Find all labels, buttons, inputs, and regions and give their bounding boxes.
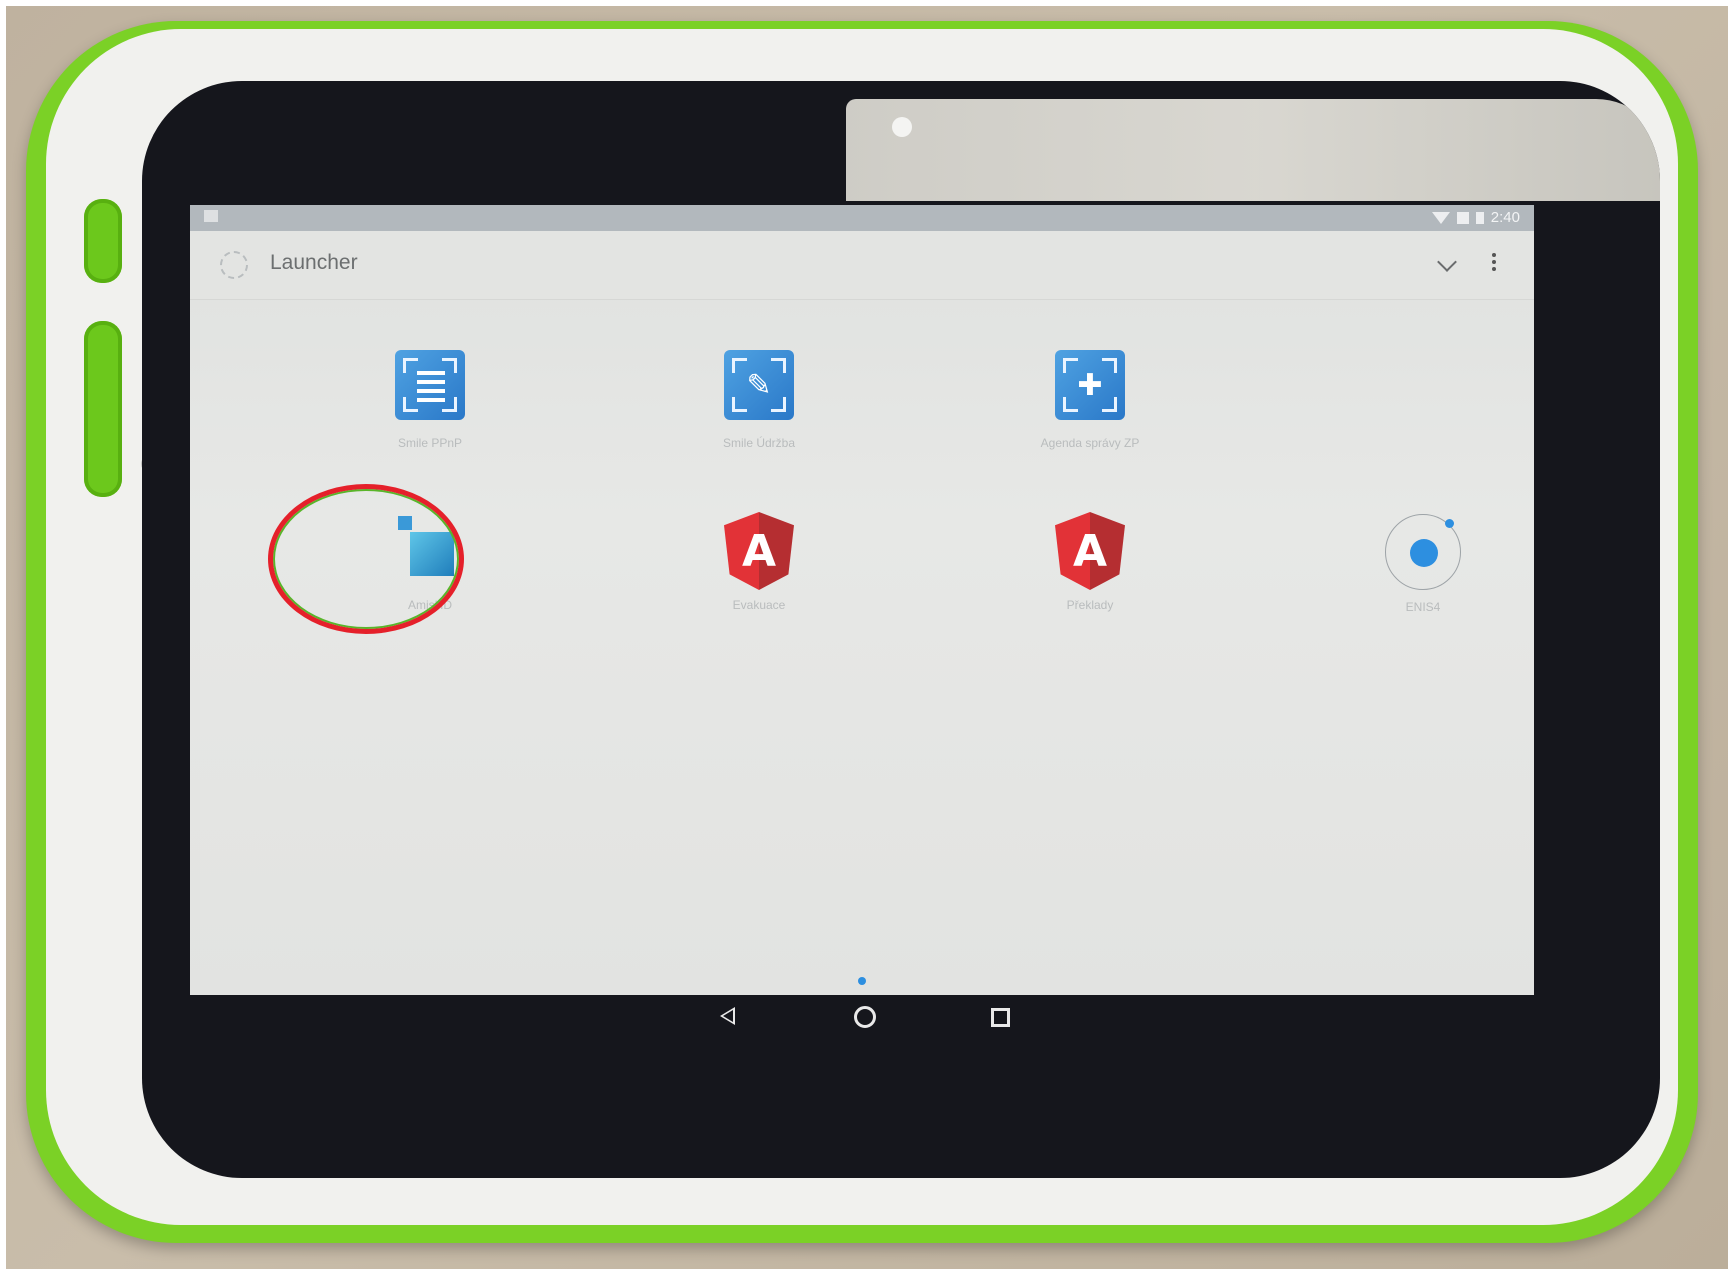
app-label: Evakuace: [732, 598, 786, 612]
app-label: Agenda správy ZP: [1040, 436, 1140, 450]
app-tile-agenda-spravy-zp[interactable]: ✚ Agenda správy ZP: [990, 345, 1190, 495]
smile-wrench-icon: ✎: [719, 350, 799, 430]
recents-icon[interactable]: [991, 1008, 1010, 1027]
chevron-down-icon[interactable]: [1437, 252, 1457, 272]
smile-plus-icon: ✚: [1050, 350, 1130, 430]
back-icon[interactable]: [720, 1007, 735, 1025]
home-icon[interactable]: [854, 1006, 876, 1028]
app-label: Překlady: [1066, 598, 1114, 612]
app-title: Launcher: [270, 251, 358, 274]
side-button-bc[interactable]: [84, 321, 122, 497]
status-bar: 2:40: [190, 205, 1534, 231]
enis-icon: [1383, 514, 1463, 594]
status-time: 2:40: [1490, 209, 1520, 226]
app-tile-preklady[interactable]: A Překlady: [990, 512, 1190, 662]
notification-icon: [204, 210, 218, 222]
app-tile-enis4[interactable]: ENIS4: [1323, 512, 1523, 662]
app-tile-evakuace[interactable]: A Evakuace: [659, 512, 859, 662]
front-camera: [892, 117, 912, 137]
app-label: Smile PPnP: [397, 436, 463, 450]
smile-ppnp-icon: [390, 350, 470, 430]
app-tile-smile-ppnp[interactable]: Smile PPnP: [330, 345, 530, 495]
side-button-a[interactable]: [84, 199, 122, 283]
angular-icon: A: [1050, 512, 1130, 592]
app-bar: Launcher: [190, 231, 1534, 300]
angular-glyph: A: [741, 526, 777, 577]
page-indicator-dot: [858, 977, 866, 985]
overflow-menu-icon[interactable]: [1492, 253, 1496, 271]
highlight-circle: [268, 484, 464, 634]
launcher-logo-icon: [220, 251, 248, 279]
angular-glyph: A: [1072, 526, 1108, 577]
status-icons: 2:40: [1431, 209, 1520, 226]
angular-icon: A: [719, 512, 799, 592]
wifi-icon: [1431, 211, 1450, 224]
signal-icon: [1456, 211, 1469, 224]
screen-glare: [846, 99, 1660, 201]
app-label: ENIS4: [1405, 600, 1441, 614]
app-tile-smile-udrzba[interactable]: ✎ Smile Údržba: [659, 345, 859, 495]
battery-icon: [1475, 211, 1484, 224]
app-label: Smile Údržba: [722, 436, 796, 450]
